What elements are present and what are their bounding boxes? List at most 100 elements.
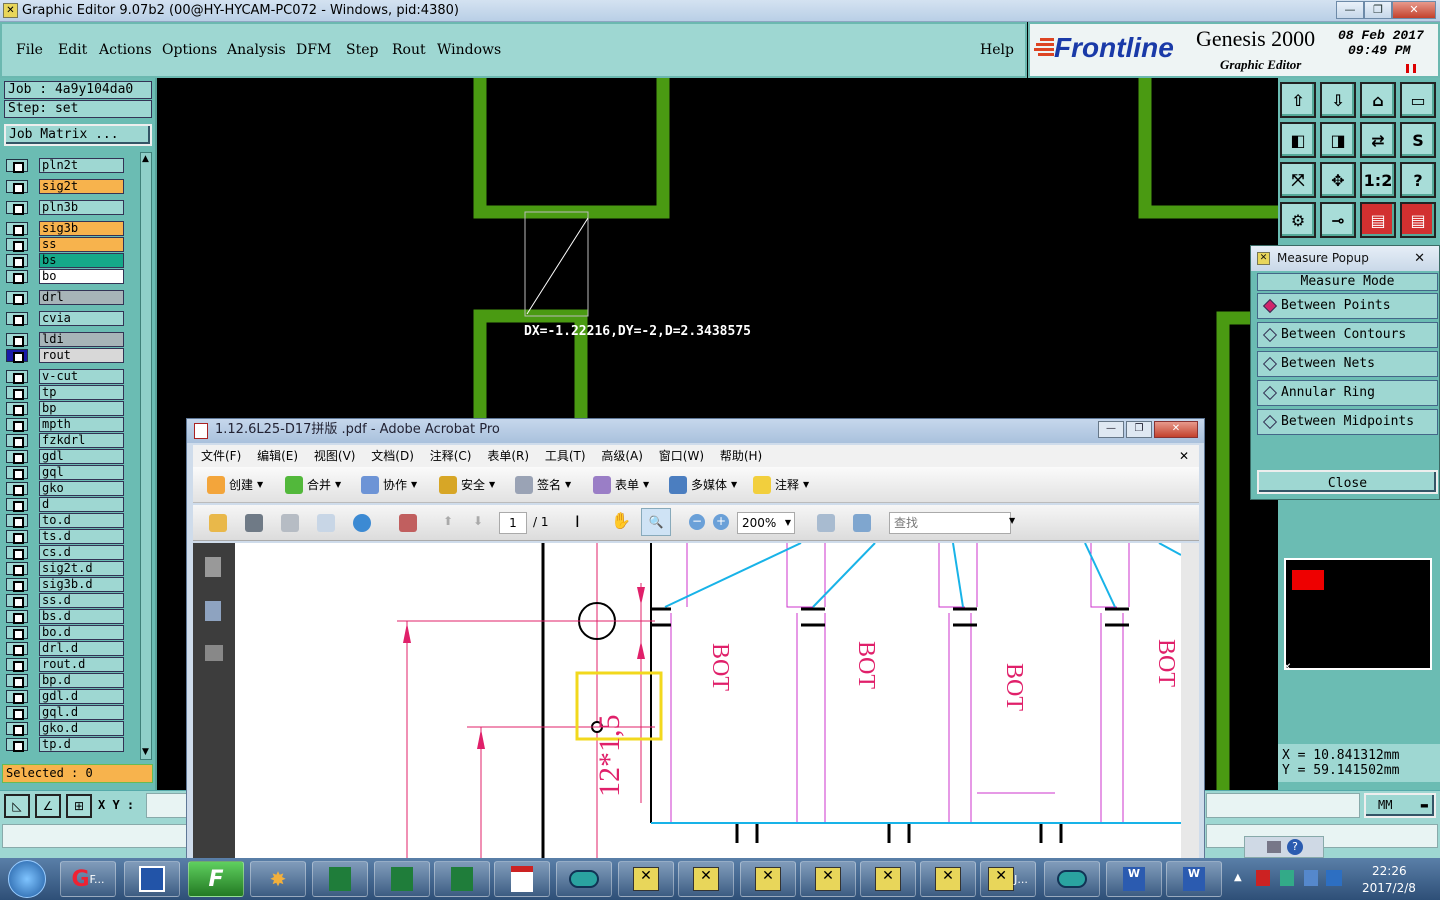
- layer-row[interactable]: gko.d: [6, 721, 124, 736]
- tray-expand-icon[interactable]: ▲: [1234, 872, 1242, 883]
- layer-name[interactable]: cs.d: [39, 545, 124, 560]
- layer-name[interactable]: drl.d: [39, 641, 124, 656]
- acro-menu-advanced[interactable]: 高级(A): [601, 449, 643, 463]
- acrobat-minimize-button[interactable]: —: [1098, 421, 1124, 438]
- xy-input[interactable]: [146, 793, 188, 818]
- option-between-points[interactable]: Between Points: [1257, 293, 1438, 319]
- snap-icon[interactable]: ◺: [4, 794, 30, 818]
- layer-checkbox[interactable]: [6, 238, 28, 252]
- layer-row[interactable]: ts.d: [6, 529, 124, 544]
- layers-red-icon[interactable]: ▤: [1360, 202, 1396, 238]
- help-icon[interactable]: ?: [1287, 839, 1303, 855]
- menu-options[interactable]: Options: [162, 42, 217, 58]
- layer-row[interactable]: cs.d: [6, 545, 124, 560]
- layer-name[interactable]: rout.d: [39, 657, 124, 672]
- taskbar-word-2-button[interactable]: W: [1166, 861, 1222, 897]
- layer-name[interactable]: gko.d: [39, 721, 124, 736]
- layer-checkbox[interactable]: [6, 738, 28, 752]
- acro-doc-close-icon[interactable]: ✕: [1179, 445, 1189, 467]
- layer-checkbox[interactable]: [6, 254, 28, 268]
- layer-name[interactable]: pln3b: [39, 200, 124, 215]
- layer-checkbox[interactable]: [6, 722, 28, 736]
- popup-close-icon[interactable]: ✕: [1414, 246, 1425, 271]
- globe-icon[interactable]: [353, 514, 371, 532]
- layer-name[interactable]: gql.d: [39, 705, 124, 720]
- option-annular-ring[interactable]: Annular Ring: [1257, 380, 1438, 406]
- zoom-out-icon[interactable]: −: [689, 514, 705, 530]
- taskbar-x-button-2[interactable]: ✕: [678, 861, 734, 897]
- menu-step[interactable]: Step: [346, 42, 378, 58]
- layer-row[interactable]: gql.d: [6, 705, 124, 720]
- tray-volume-icon[interactable]: [1304, 870, 1318, 886]
- layer-row[interactable]: to.d: [6, 513, 124, 528]
- layer-name[interactable]: tp: [39, 385, 124, 400]
- maximize-button[interactable]: ❐: [1364, 1, 1392, 19]
- layer-row[interactable]: v-cut: [6, 369, 124, 384]
- comment-button[interactable]: 注释 ▼: [753, 475, 809, 495]
- sign-button[interactable]: 签名 ▼: [515, 475, 571, 495]
- find-dropdown-icon[interactable]: ▼: [1009, 516, 1015, 525]
- job-matrix-button[interactable]: Job Matrix ...: [4, 124, 152, 146]
- next-page-icon[interactable]: ⬇: [473, 514, 483, 528]
- layer-row[interactable]: pln2t: [6, 158, 124, 173]
- taskbar-excel-2-button[interactable]: [374, 861, 430, 897]
- acro-menu-document[interactable]: 文档(D): [371, 449, 414, 463]
- layer-name[interactable]: drl: [39, 290, 124, 305]
- layer-checkbox[interactable]: [6, 482, 28, 496]
- taskbar-excel-1-button[interactable]: [312, 861, 368, 897]
- multimedia-button[interactable]: 多媒体 ▼: [669, 475, 737, 495]
- close-window-button[interactable]: ✕: [1392, 1, 1436, 19]
- tools-icon[interactable]: ⚙: [1280, 202, 1316, 238]
- tray-network-icon[interactable]: [1280, 870, 1294, 886]
- layer-checkbox[interactable]: [6, 402, 28, 416]
- layer-row[interactable]: tp: [6, 385, 124, 400]
- layer-row[interactable]: gdl: [6, 449, 124, 464]
- menu-dfm[interactable]: DFM: [296, 42, 331, 58]
- taskbar-shell-button[interactable]: ✸: [250, 861, 306, 897]
- layer-name[interactable]: gql: [39, 465, 124, 480]
- layer-name[interactable]: d: [39, 497, 124, 512]
- layer-name[interactable]: ts.d: [39, 529, 124, 544]
- zoom-tool-icon[interactable]: 🔍: [641, 508, 671, 536]
- create-button[interactable]: 创建 ▼: [207, 475, 263, 495]
- layer-row[interactable]: tp.d: [6, 737, 124, 752]
- save-icon[interactable]: [281, 514, 299, 532]
- taskbar-frontline-button[interactable]: F: [188, 861, 244, 897]
- layer-row[interactable]: d: [6, 497, 124, 512]
- zoom-in-icon[interactable]: +: [713, 514, 729, 530]
- layer-row[interactable]: sig3b: [6, 221, 124, 236]
- menu-rout[interactable]: Rout: [392, 42, 426, 58]
- layer-row[interactable]: pln3b: [6, 200, 124, 215]
- layer-row[interactable]: bo: [6, 269, 124, 284]
- acro-menu-edit[interactable]: 编辑(E): [257, 449, 298, 463]
- units-dropdown[interactable]: MM ▬: [1364, 793, 1436, 818]
- zoom-in-icon[interactable]: ⇩: [1320, 82, 1356, 118]
- acro-menu-forms[interactable]: 表单(R): [487, 449, 529, 463]
- layer-name[interactable]: mpth: [39, 417, 124, 432]
- fit-page-icon[interactable]: [817, 514, 835, 532]
- layer-name[interactable]: sig3b.d: [39, 577, 124, 592]
- taskbar-pdf-button[interactable]: [494, 861, 550, 897]
- taskbar-excel-3-button[interactable]: [434, 861, 490, 897]
- taskbar-word-1-button[interactable]: W: [1106, 861, 1162, 897]
- ratio-1-2-icon[interactable]: 1:2: [1360, 162, 1396, 198]
- window-icon[interactable]: ▭: [1400, 82, 1436, 118]
- layer-name[interactable]: bp.d: [39, 673, 124, 688]
- tray-flag-icon[interactable]: [1256, 870, 1270, 886]
- layer-row[interactable]: cvia: [6, 311, 124, 326]
- menu-edit[interactable]: Edit: [58, 42, 87, 58]
- forms-button[interactable]: 表单 ▼: [593, 475, 649, 495]
- layer-checkbox[interactable]: [6, 159, 28, 173]
- mirror-icon[interactable]: ⇄: [1360, 122, 1396, 158]
- layer-row[interactable]: sig3b.d: [6, 577, 124, 592]
- layer-name[interactable]: bo.d: [39, 625, 124, 640]
- minimap[interactable]: ✕: [1283, 558, 1432, 673]
- layer-name[interactable]: tp.d: [39, 737, 124, 752]
- layer-name[interactable]: sig2t: [39, 179, 124, 194]
- acro-menu-help[interactable]: 帮助(H): [720, 449, 762, 463]
- acro-menu-file[interactable]: 文件(F): [201, 449, 241, 463]
- layer-checkbox[interactable]: [6, 562, 28, 576]
- acro-menu-view[interactable]: 视图(V): [314, 449, 356, 463]
- language-bar[interactable]: ?: [1244, 836, 1324, 858]
- page-number-input[interactable]: 1: [499, 512, 527, 534]
